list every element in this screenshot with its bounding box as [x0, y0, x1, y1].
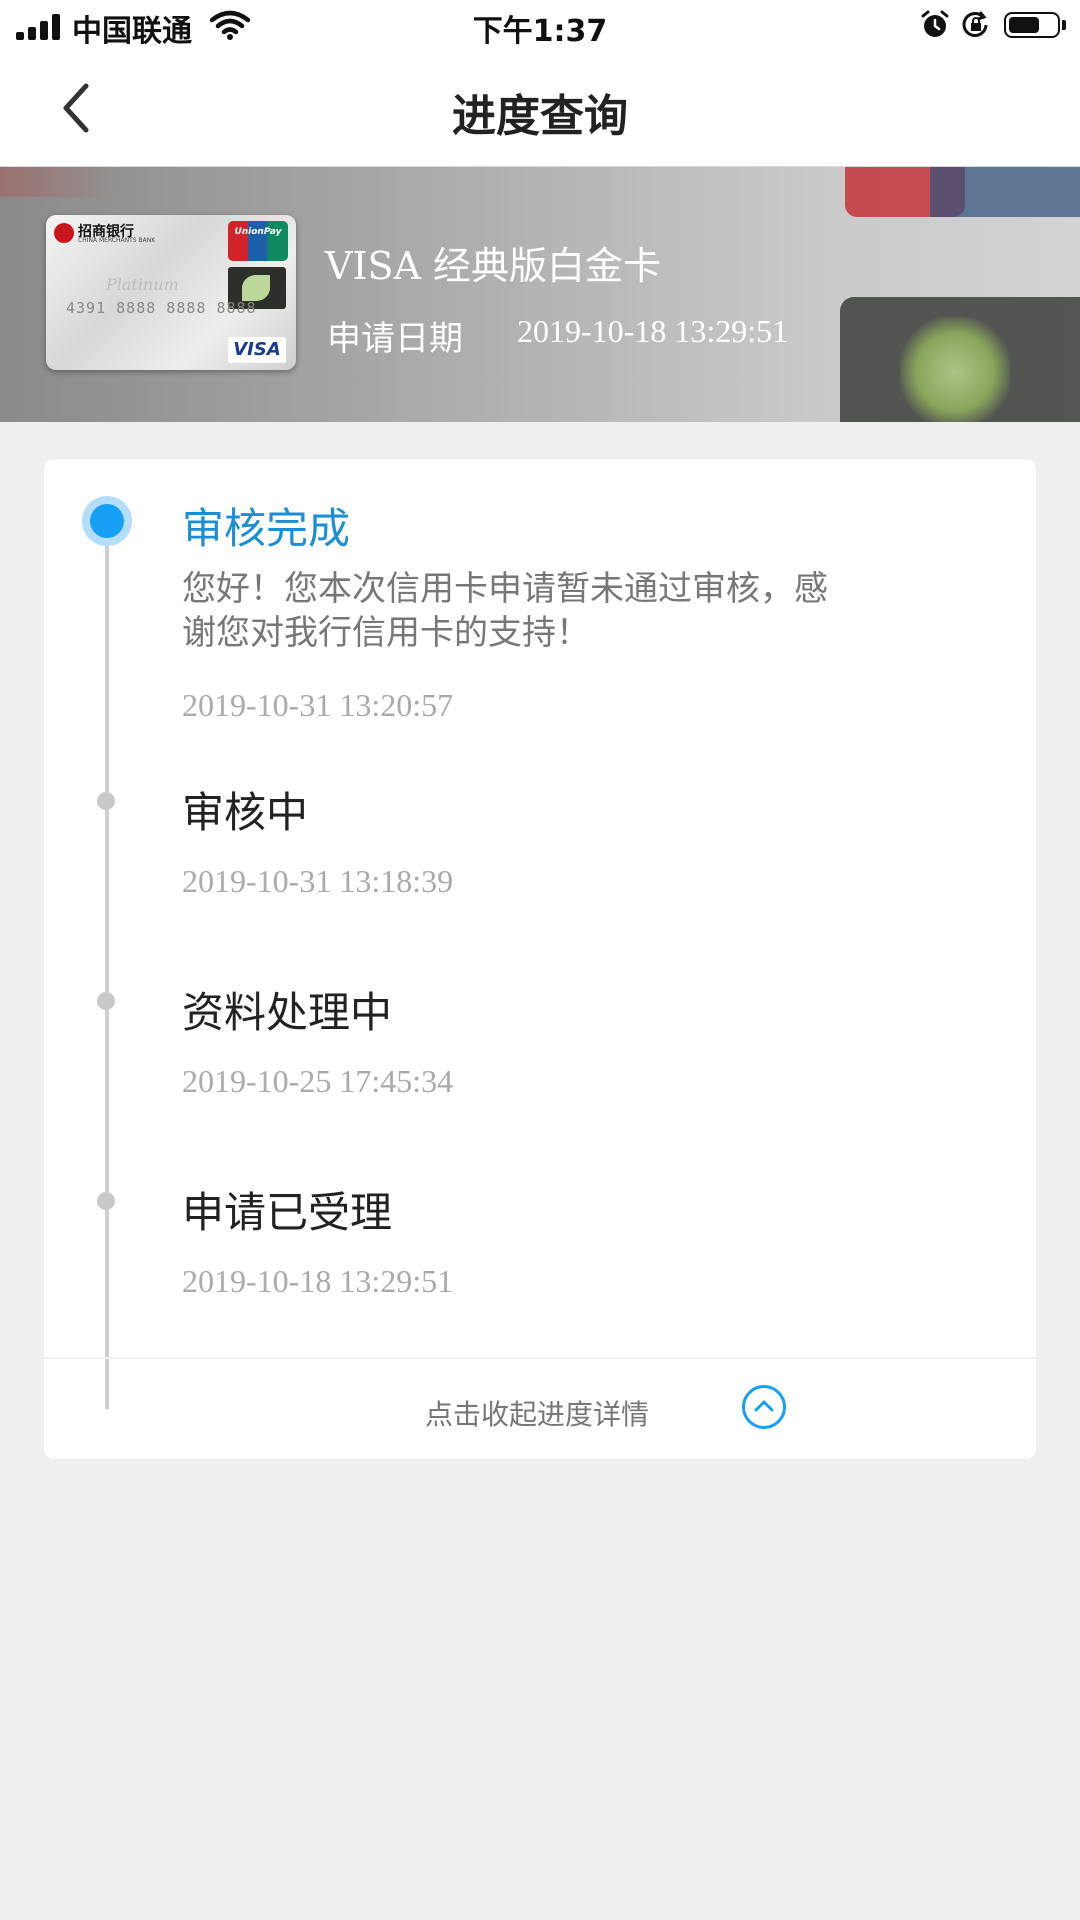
step-description: 您好！您本次信用卡申请暂未通过审核，感谢您对我行信用卡的支持！	[182, 569, 828, 653]
status-bar: 中国联通 下午1:37	[0, 0, 1080, 52]
card-number: 4391 8888 8888 8888	[66, 299, 257, 317]
step-title: 申请已受理	[182, 1188, 393, 1237]
card-name: VISA 经典版白金卡	[325, 244, 662, 288]
apply-date-value: 2019-10-18 13:29:51	[517, 313, 789, 349]
step-title: 审核中	[182, 788, 309, 837]
card-banner: 招商银行 CHINA MERCHANTS BANK Platinum Union…	[0, 167, 1080, 422]
timeline-dot	[97, 992, 115, 1010]
status-time: 下午1:37	[472, 14, 608, 49]
timeline-dot	[97, 792, 115, 810]
progress-card: 审核完成 您好！您本次信用卡申请暂未通过审核，感谢您对我行信用卡的支持！ 201…	[44, 459, 1036, 1459]
card-bank-name-en: CHINA MERCHANTS BANK	[78, 237, 156, 244]
chevron-up-circle-icon	[742, 1385, 786, 1429]
step-title: 资料处理中	[182, 988, 393, 1037]
step-time: 2019-10-25 17:45:34	[182, 1063, 454, 1099]
card-tier: Platinum	[106, 275, 179, 294]
step-time: 2019-10-31 13:18:39	[182, 863, 454, 899]
timeline-line	[105, 519, 109, 1409]
unionpay-logo: UnionPay	[228, 221, 288, 261]
alarm-icon	[921, 10, 949, 37]
step-time: 2019-10-31 13:20:57	[182, 687, 454, 723]
collapse-label: 点击收起进度详情	[425, 1398, 650, 1431]
banner-decoration	[900, 317, 1010, 422]
banner-decoration	[0, 167, 120, 197]
battery-icon	[1004, 12, 1060, 38]
bank-logo-icon	[54, 223, 74, 243]
visa-logo: VISA	[228, 337, 286, 363]
collapse-progress-button[interactable]: 点击收起进度详情	[44, 1359, 1036, 1459]
timeline-dot-active	[82, 496, 132, 546]
banner-decoration	[930, 167, 1080, 217]
nav-bar: 进度查询	[0, 52, 1080, 167]
page-title: 进度查询	[452, 91, 628, 142]
step-title: 审核完成	[182, 504, 351, 553]
rotation-lock-icon	[962, 11, 988, 37]
battery-cap	[1062, 20, 1066, 30]
timeline-dot	[97, 1192, 115, 1210]
step-time: 2019-10-18 13:29:51	[182, 1263, 454, 1299]
credit-card-image: 招商银行 CHINA MERCHANTS BANK Platinum Union…	[46, 215, 296, 370]
apply-date-label: 申请日期	[327, 319, 463, 359]
